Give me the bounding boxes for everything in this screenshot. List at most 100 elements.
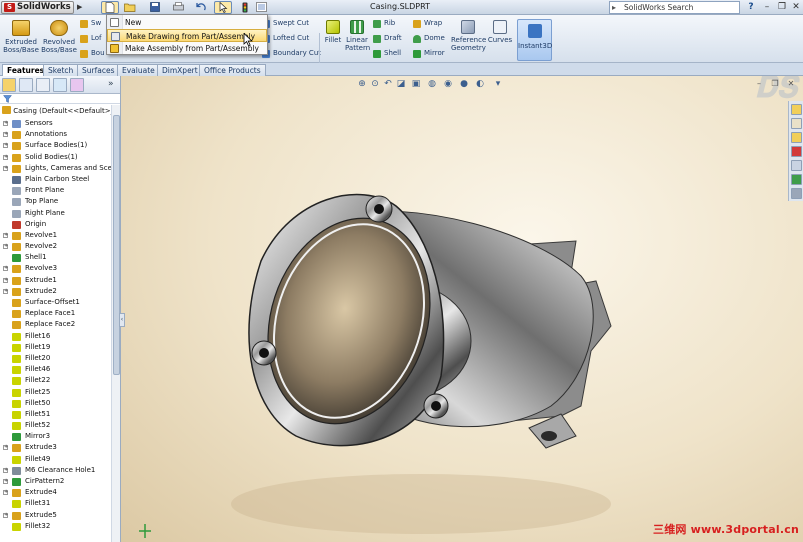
tree-item[interactable]: Fillet16 <box>0 331 111 342</box>
tree-item[interactable]: Top Plane <box>0 196 111 207</box>
section-view-icon[interactable]: ◪ <box>396 79 406 90</box>
view-settings-icon[interactable]: ▾ <box>493 79 503 90</box>
feature-filter[interactable] <box>0 94 120 104</box>
tree-item[interactable]: + Extrude5 <box>0 510 111 521</box>
zoom-to-area-icon[interactable]: ⊙ <box>370 79 380 90</box>
tree-item[interactable]: Fillet49 <box>0 454 111 465</box>
expand-toggle-icon[interactable]: + <box>3 490 8 496</box>
tree-item[interactable]: Fillet31 <box>0 498 111 509</box>
curves-button[interactable]: Curves <box>487 20 513 44</box>
undo-button[interactable] <box>192 1 210 14</box>
tree-item[interactable]: + Extrude1 <box>0 275 111 286</box>
tree-item[interactable]: + Solid Bodies(1) <box>0 152 111 163</box>
expand-toggle-icon[interactable]: + <box>3 467 8 473</box>
tree-root-part[interactable]: Casing (Default<<Default>_I <box>2 106 116 117</box>
hide-show-items-icon[interactable]: ◉ <box>443 79 453 90</box>
tree-item[interactable]: + Extrude3 <box>0 442 111 453</box>
configuration-manager-icon[interactable] <box>36 78 50 92</box>
solidworks-resources-icon[interactable] <box>791 104 802 115</box>
lofted-cut-button[interactable]: Lofted Cut <box>262 33 309 44</box>
viewport-close-icon[interactable]: ✕ <box>786 79 796 88</box>
expand-toggle-icon[interactable]: + <box>3 244 8 250</box>
expand-toggle-icon[interactable]: + <box>3 266 8 272</box>
scrollbar-thumb[interactable] <box>113 115 120 375</box>
lofted-boss-button[interactable]: Lof <box>80 33 102 44</box>
expand-toggle-icon[interactable]: + <box>3 479 8 484</box>
expand-toggle-icon[interactable]: + <box>3 512 8 518</box>
previous-view-icon[interactable]: ↶ <box>383 79 393 90</box>
expand-toggle-icon[interactable]: + <box>3 143 8 149</box>
property-manager-icon[interactable] <box>19 78 33 92</box>
extruded-boss-button[interactable]: Extruded Boss/Base <box>3 20 39 54</box>
tree-item[interactable]: + Lights, Cameras and Scen <box>0 163 116 174</box>
print-button[interactable] <box>169 1 187 14</box>
menu-item-new[interactable]: New <box>107 16 267 29</box>
dome-button[interactable]: Dome <box>413 33 445 44</box>
solidworks-search-input[interactable]: ▸ SolidWorks Search <box>609 1 740 14</box>
mirror-button[interactable]: Mirror <box>413 48 445 59</box>
boundary-boss-button[interactable]: Bou <box>80 48 105 59</box>
swept-boss-button[interactable]: Sw <box>80 18 101 29</box>
display-style-icon[interactable]: ◍ <box>427 79 437 90</box>
design-library-icon[interactable] <box>791 118 802 129</box>
tree-item[interactable]: Fillet52 <box>0 420 111 431</box>
tree-item[interactable]: Fillet51 <box>0 409 111 420</box>
linear-pattern-button[interactable]: Linear Pattern <box>345 20 370 52</box>
tree-item[interactable]: + Revolve3 <box>0 263 111 274</box>
custom-properties-icon[interactable] <box>791 188 802 199</box>
graphics-area[interactable]: 𝐃𝐒 ⊕ ⊙ ↶ ◪ ▣ ◍ ◉ ● ◐ ▾ – ❐ ✕ 三维网 www.3dp… <box>121 76 803 542</box>
tab-office-products[interactable]: Office Products <box>199 64 266 76</box>
dimxpert-manager-icon[interactable] <box>53 78 67 92</box>
tree-item[interactable]: Replace Face1 <box>0 308 111 319</box>
expand-toggle-icon[interactable]: + <box>3 165 8 171</box>
reference-geometry-button[interactable]: Reference Geometry <box>451 20 486 52</box>
expand-toggle-icon[interactable]: + <box>3 288 8 294</box>
viewport-restore-icon[interactable]: ❐ <box>770 79 780 88</box>
tree-item[interactable]: Fillet46 <box>0 364 111 375</box>
tree-item[interactable]: + CirPattern2 <box>0 476 111 487</box>
instant3d-toggle[interactable]: Instant3D <box>517 19 552 61</box>
tree-item[interactable]: + M6 Clearance Hole1 <box>0 465 111 476</box>
panel-collapse-handle[interactable]: ‹ <box>119 313 125 327</box>
expand-toggle-icon[interactable]: + <box>3 277 8 283</box>
tree-item[interactable]: Surface-Offset1 <box>0 297 111 308</box>
tree-item[interactable]: Shell1 <box>0 252 111 263</box>
restore-icon[interactable]: ❐ <box>775 1 789 14</box>
display-manager-icon[interactable] <box>70 78 84 92</box>
view-palette-icon[interactable] <box>791 160 802 171</box>
tab-dimxpert[interactable]: DimXpert <box>157 64 203 76</box>
tree-item[interactable]: Front Plane <box>0 185 111 196</box>
appearances-scenes-icon[interactable] <box>791 174 802 185</box>
help-icon[interactable]: ? <box>744 1 758 14</box>
swept-cut-button[interactable]: Swept Cut <box>262 18 309 29</box>
tree-item[interactable]: + Annotations <box>0 129 111 140</box>
expand-toggle-icon[interactable]: + <box>3 154 8 160</box>
tree-item[interactable]: + Extrude2 <box>0 286 111 297</box>
zoom-to-fit-icon[interactable]: ⊕ <box>357 79 367 90</box>
tree-item[interactable]: Plain Carbon Steel <box>0 174 111 185</box>
search-results-icon[interactable] <box>791 146 802 157</box>
tree-item[interactable]: + Surface Bodies(1) <box>0 140 111 151</box>
tree-item[interactable]: Fillet20 <box>0 353 111 364</box>
tree-item[interactable]: + Revolve1 <box>0 230 111 241</box>
minimize-icon[interactable]: – <box>760 1 774 14</box>
draft-button[interactable]: Draft <box>373 33 402 44</box>
close-icon[interactable]: ✕ <box>789 1 803 14</box>
tree-item[interactable]: Fillet32 <box>0 521 111 532</box>
expand-panel-icon[interactable]: » <box>108 79 114 89</box>
tree-item[interactable]: Fillet19 <box>0 342 111 353</box>
expand-toggle-icon[interactable]: + <box>3 445 8 451</box>
tab-evaluate[interactable]: Evaluate <box>117 64 160 76</box>
tree-item[interactable]: Right Plane <box>0 208 111 219</box>
file-explorer-icon[interactable] <box>791 132 802 143</box>
save-button[interactable] <box>146 1 164 14</box>
revolved-boss-button[interactable]: Revolved Boss/Base <box>41 20 77 54</box>
viewport-minimize-icon[interactable]: – <box>754 79 764 88</box>
tree-item[interactable]: Fillet50 <box>0 398 111 409</box>
options-button[interactable] <box>252 1 270 14</box>
boundary-cut-button[interactable]: Boundary Cut <box>262 48 321 59</box>
new-document-button[interactable] <box>101 1 119 14</box>
view-orientation-icon[interactable]: ▣ <box>411 79 421 90</box>
solidworks-logo[interactable]: S SolidWorks <box>1 1 74 14</box>
expand-toggle-icon[interactable]: + <box>3 232 8 238</box>
